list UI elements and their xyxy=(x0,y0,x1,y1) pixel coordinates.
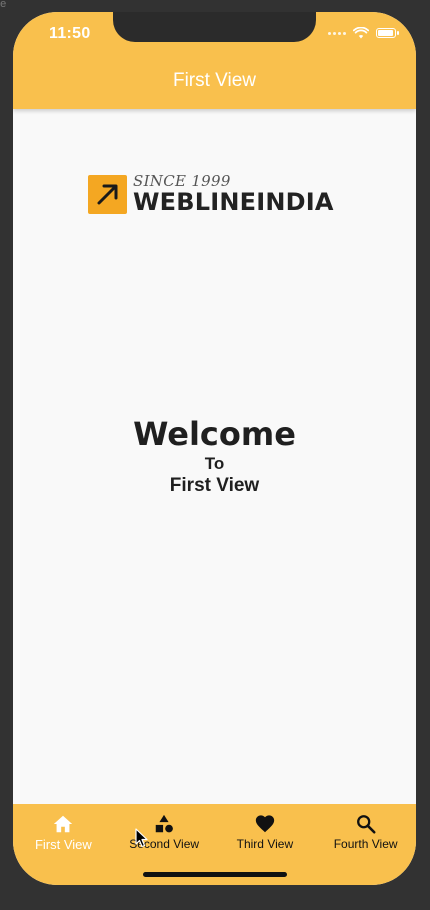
welcome-line-2: To xyxy=(204,454,225,473)
tab-label: First View xyxy=(34,837,92,852)
welcome-heading: Welcome xyxy=(133,415,296,453)
arrow-up-right-icon xyxy=(97,184,117,205)
logo-text: SINCE 1999 WEBLINEINDIA xyxy=(133,172,334,216)
phone-screen: 11:50 First View SINCE 1999 WEBLINEINDIA… xyxy=(13,12,416,885)
logo-tagline: SINCE 1999 xyxy=(133,172,231,190)
mouse-cursor-icon xyxy=(135,828,148,848)
tab-first-view[interactable]: First View xyxy=(13,804,114,885)
wifi-icon xyxy=(353,27,369,39)
tab-fourth-view[interactable]: Fourth View xyxy=(315,804,416,885)
welcome-message: Welcome To First View xyxy=(13,414,416,498)
tab-label: Fourth View xyxy=(333,837,398,851)
heart-icon xyxy=(255,815,275,833)
status-icons xyxy=(328,27,399,39)
welcome-line-3: First View xyxy=(169,475,260,496)
signal-dots-icon xyxy=(328,31,346,35)
status-time: 11:50 xyxy=(49,25,91,42)
home-indicator[interactable] xyxy=(143,872,287,877)
app-bar-title: First View xyxy=(172,70,257,91)
battery-icon xyxy=(376,28,399,38)
logo-mark xyxy=(88,174,127,214)
device-notch xyxy=(113,12,316,42)
logo-name: WEBLINEINDIA xyxy=(133,188,334,216)
home-icon xyxy=(54,815,73,833)
search-icon xyxy=(356,815,376,834)
shapes-icon xyxy=(155,814,174,833)
window-edge-label: ee xyxy=(0,0,7,10)
tab-label: Third View xyxy=(236,837,294,851)
device-frame: ee 11:50 First View xyxy=(0,0,430,910)
company-logo: SINCE 1999 WEBLINEINDIA xyxy=(88,174,334,214)
